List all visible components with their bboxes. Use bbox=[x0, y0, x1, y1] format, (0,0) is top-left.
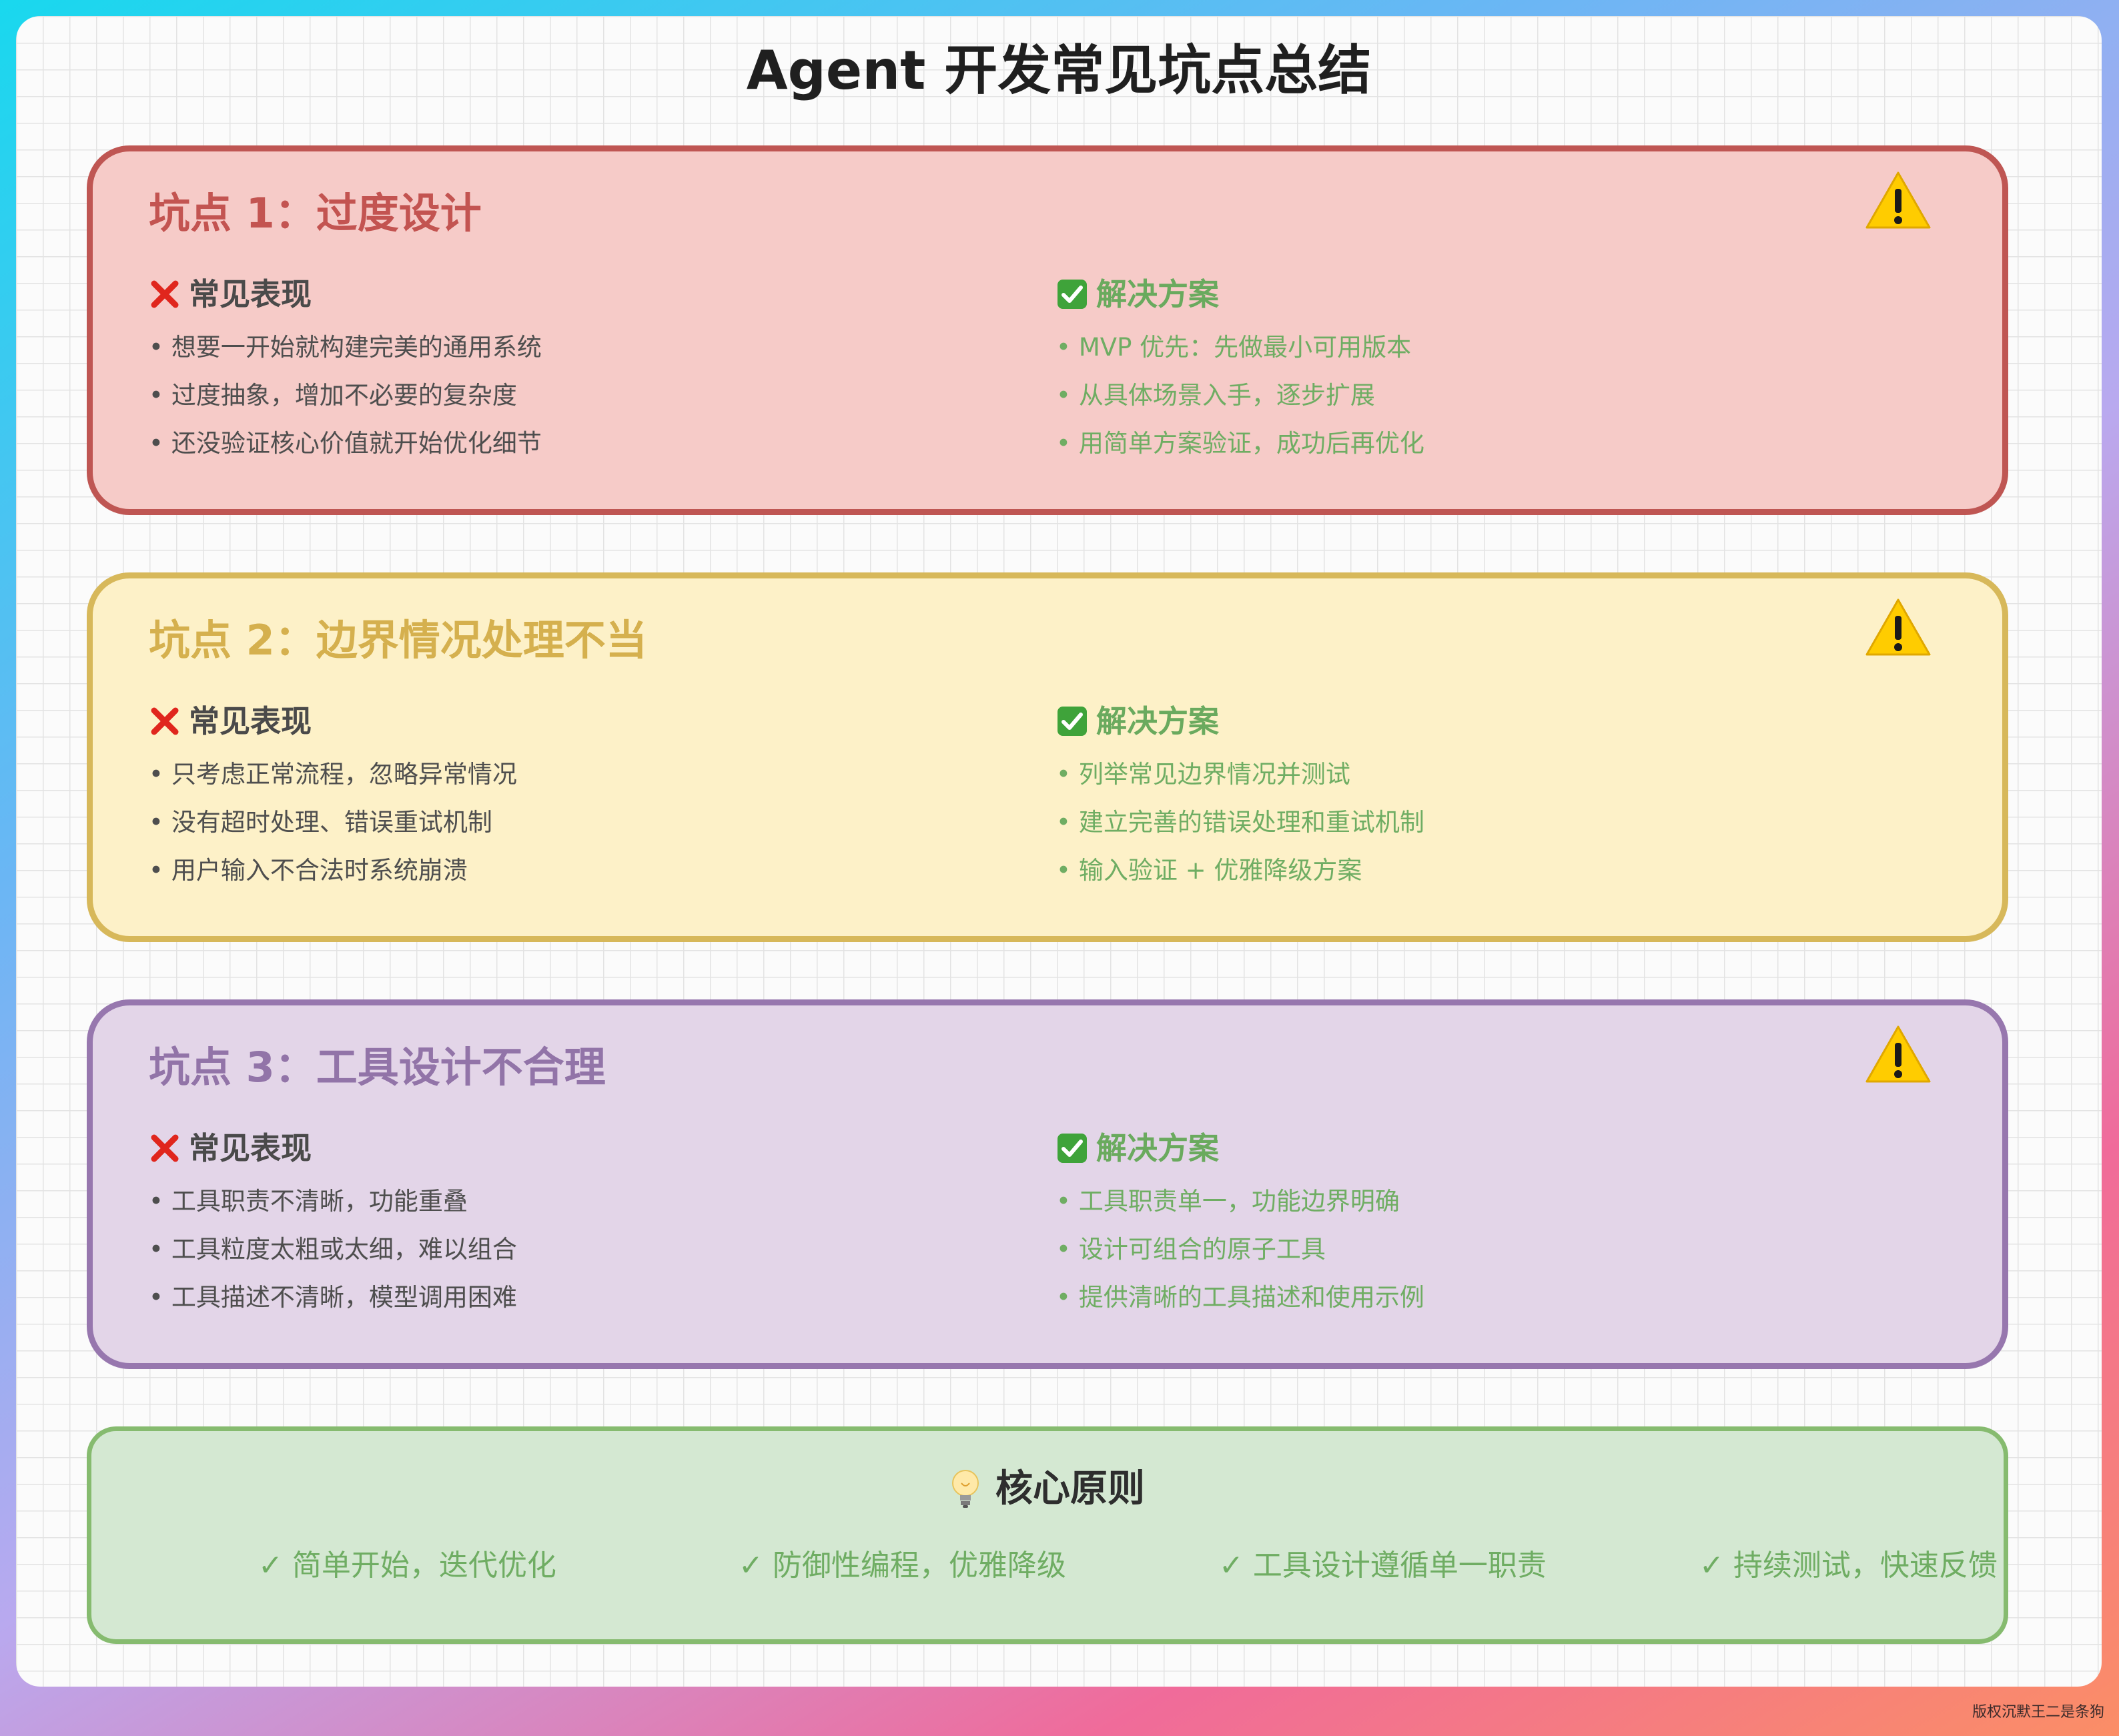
solutions-column: 解决方案 • 列举常见边界情况并测试 • 建立完善的错误处理和重试机制 • 输入验证 … bbox=[1056, 701, 1924, 895]
pitfall-title: 坑点 3：工具设计不合理 bbox=[149, 1043, 606, 1092]
solution-item: • 建立完善的错误处理和重试机制 bbox=[1056, 808, 1424, 837]
problem-item: • 只考虑正常流程，忽略异常情况 bbox=[149, 760, 517, 789]
solution-item: • 工具职责单一，功能边界明确 bbox=[1056, 1187, 1400, 1216]
cross-mark-icon bbox=[151, 1134, 179, 1162]
solution-item: • 用简单方案验证，成功后再优化 bbox=[1056, 429, 1424, 458]
watermark: 版权沉默王二是条狗 bbox=[1972, 1704, 2104, 1721]
cross-mark-icon bbox=[151, 707, 179, 735]
core-principles-card: 核心原则 ✓ 简单开始，迭代优化 ✓ 防御性编程，优雅降级 ✓ 工具设计遵循单一… bbox=[87, 1426, 2008, 1644]
principle-item: ✓ 简单开始，迭代优化 bbox=[258, 1549, 556, 1583]
principle-item: ✓ 防御性编程，优雅降级 bbox=[739, 1549, 1066, 1583]
problems-column: 常见表现 • 想要一开始就构建完美的通用系统 • 过度抽象，增加不必要的复杂度 • 还… bbox=[149, 274, 1016, 468]
solution-item: • MVP 优先：先做最小可用版本 bbox=[1056, 333, 1412, 362]
problem-item: • 工具职责不清晰，功能重叠 bbox=[149, 1187, 468, 1216]
solution-item: • 列举常见边界情况并测试 bbox=[1056, 760, 1350, 789]
solutions-label: 解决方案 bbox=[1096, 703, 1219, 739]
warning-icon bbox=[1865, 171, 1931, 229]
problem-item: • 过度抽象，增加不必要的复杂度 bbox=[149, 381, 517, 410]
principle-item: ✓ 工具设计遵循单一职责 bbox=[1219, 1549, 1547, 1583]
problem-item: • 工具描述不清晰，模型调用困难 bbox=[149, 1283, 517, 1312]
solution-item: • 设计可组合的原子工具 bbox=[1056, 1235, 1326, 1264]
page-title: Agent 开发常见坑点总结 bbox=[746, 39, 1372, 101]
problem-item: • 没有超时处理、错误重试机制 bbox=[149, 808, 492, 837]
solutions-column: 解决方案 • 工具职责单一，功能边界明确 • 设计可组合的原子工具 • 提供清晰的工具… bbox=[1056, 1128, 1924, 1322]
light-bulb-icon bbox=[952, 1470, 979, 1508]
solutions-label: 解决方案 bbox=[1096, 276, 1219, 312]
pitfall-card-1: 坑点 1：过度设计 常见表现 • 想要一开始就构建完美的通用系统 • 过度抽象，增加… bbox=[87, 145, 2008, 515]
problem-item: • 用户输入不合法时系统崩溃 bbox=[149, 856, 468, 885]
check-box-icon bbox=[1057, 1134, 1087, 1163]
problem-item: • 想要一开始就构建完美的通用系统 bbox=[149, 333, 542, 362]
solution-item: • 提供清晰的工具描述和使用示例 bbox=[1056, 1283, 1424, 1312]
pitfall-card-2: 坑点 2：边界情况处理不当 常见表现 • 只考虑正常流程，忽略异常情况 • 没有超时… bbox=[87, 572, 2008, 942]
principle-item: ✓ 持续测试，快速反馈 bbox=[1699, 1549, 1998, 1583]
problem-item: • 工具粒度太粗或太细，难以组合 bbox=[149, 1235, 517, 1264]
check-box-icon bbox=[1057, 280, 1087, 309]
solutions-label: 解决方案 bbox=[1096, 1130, 1219, 1166]
problems-column: 常见表现 • 只考虑正常流程，忽略异常情况 • 没有超时处理、错误重试机制 • 用户输… bbox=[149, 701, 1016, 895]
check-box-icon bbox=[1057, 707, 1087, 736]
solutions-column: 解决方案 • MVP 优先：先做最小可用版本 • 从具体场景入手，逐步扩展 • 用简单… bbox=[1056, 274, 1924, 468]
problems-label: 常见表现 bbox=[189, 276, 312, 312]
cross-mark-icon bbox=[151, 280, 179, 308]
warning-icon bbox=[1865, 598, 1931, 656]
pitfall-card-3: 坑点 3：工具设计不合理 常见表现 • 工具职责不清晰，功能重叠 • 工具粒度太粗或… bbox=[87, 999, 2008, 1369]
pitfall-title: 坑点 1：过度设计 bbox=[149, 189, 482, 238]
solution-item: • 输入验证 + 优雅降级方案 bbox=[1056, 856, 1362, 885]
principles-title: 核心原则 bbox=[995, 1467, 1145, 1510]
solution-item: • 从具体场景入手，逐步扩展 bbox=[1056, 381, 1375, 410]
problem-item: • 还没验证核心价值就开始优化细节 bbox=[149, 429, 542, 458]
warning-icon bbox=[1865, 1025, 1931, 1083]
canvas: Agent 开发常见坑点总结 坑点 1：过度设计 常见表现 • 想要一开始就构建完… bbox=[16, 16, 2102, 1687]
pitfall-title: 坑点 2：边界情况处理不当 bbox=[149, 616, 647, 665]
problems-label: 常见表现 bbox=[189, 703, 312, 739]
problems-label: 常见表现 bbox=[189, 1130, 312, 1166]
problems-column: 常见表现 • 工具职责不清晰，功能重叠 • 工具粒度太粗或太细，难以组合 • 工具描述… bbox=[149, 1128, 1016, 1322]
